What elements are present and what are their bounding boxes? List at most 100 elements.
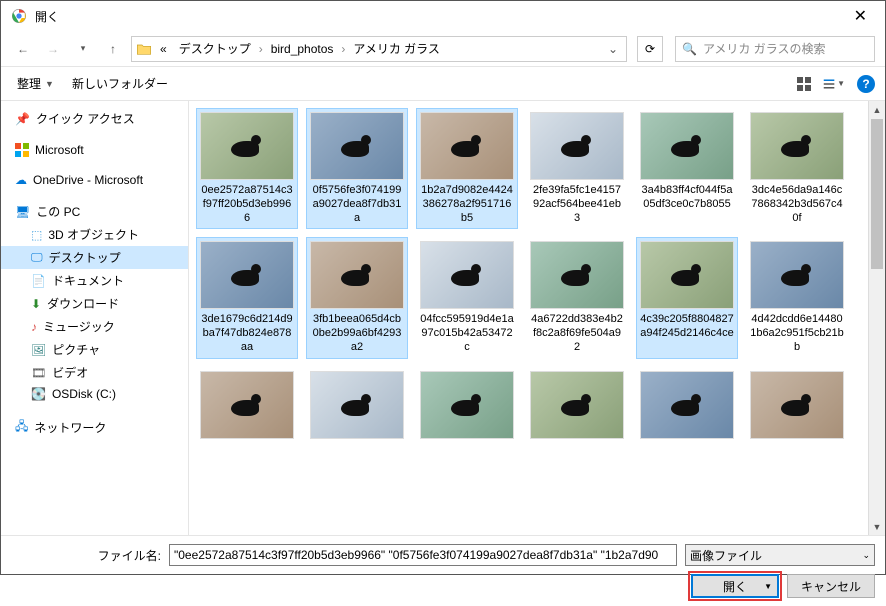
file-item[interactable]: 0f5756fe3f074199a9027dea8f7db31a [307, 109, 407, 228]
thumbnail [420, 241, 514, 309]
sidebar-osdisk[interactable]: 💽 OSDisk (C:) [1, 384, 188, 404]
file-item[interactable]: 3a4b83ff4cf044f5a05df3ce0c7b8055 [637, 109, 737, 228]
thumbnail [200, 371, 294, 439]
chevron-right-icon: › [341, 42, 345, 56]
scroll-thumb[interactable] [871, 119, 883, 269]
file-item[interactable]: 3dc4e56da9a146c7868342b3d567c40f [747, 109, 847, 228]
file-item[interactable]: 1b2a7d9082e4424386278a2f951716b5 [417, 109, 517, 228]
file-item[interactable] [747, 368, 847, 446]
breadcrumb-item[interactable]: bird_photos [267, 40, 338, 58]
document-icon: 📄 [31, 274, 46, 288]
scrollbar[interactable]: ▲ ▼ [868, 101, 885, 535]
thumbnail [640, 112, 734, 180]
titlebar: 開く ✕ [1, 1, 885, 31]
forward-button[interactable]: → [41, 37, 65, 61]
file-item[interactable] [637, 368, 737, 446]
thumbnail [310, 371, 404, 439]
thumbnail [200, 112, 294, 180]
breadcrumb-item[interactable]: アメリカ ガラス [349, 38, 444, 59]
scroll-up-arrow[interactable]: ▲ [869, 101, 885, 118]
file-item[interactable]: 4c39c205f8804827a94f245d2146c4ce [637, 238, 737, 357]
filename-input[interactable] [169, 544, 677, 566]
file-name: 04fcc595919d4e1a97c015b42a53472c [420, 313, 514, 354]
chevron-right-icon: › [259, 42, 263, 56]
sidebar-microsoft[interactable]: Microsoft [1, 140, 188, 160]
address-bar[interactable]: « デスクトップ › bird_photos › アメリカ ガラス ⌄ [131, 36, 627, 62]
video-icon: 🎞 [31, 366, 46, 380]
back-button[interactable]: ← [11, 37, 35, 61]
sidebar-3d-objects[interactable]: ⬚ 3D オブジェクト [1, 223, 188, 246]
help-button[interactable]: ? [857, 75, 875, 93]
disk-icon: 💽 [31, 387, 46, 401]
file-name: 3a4b83ff4cf044f5a05df3ce0c7b8055 [640, 184, 734, 212]
sidebar-network[interactable]: 🖧 ネットワーク [1, 414, 188, 441]
thumbnail [530, 371, 624, 439]
file-item[interactable]: 04fcc595919d4e1a97c015b42a53472c [417, 238, 517, 357]
close-button[interactable]: ✕ [846, 2, 875, 30]
up-button[interactable]: ↑ [101, 37, 125, 61]
file-name: 0ee2572a87514c3f97ff20b5d3eb9966 [200, 184, 294, 225]
cancel-button[interactable]: キャンセル [787, 574, 875, 598]
sidebar-documents[interactable]: 📄 ドキュメント [1, 269, 188, 292]
music-icon: ♪ [31, 320, 37, 334]
chevron-down-icon: ▼ [764, 582, 772, 591]
thumbnail [750, 112, 844, 180]
breadcrumb-item[interactable]: デスクトップ [175, 38, 255, 59]
footer: ファイル名: 画像ファイル ⌄ 開く ▼ キャンセル [1, 535, 885, 606]
file-name: 3fb1beea065d4cb0be2b99a6bf4293a2 [310, 313, 404, 354]
sidebar-this-pc[interactable]: 🖥 この PC [1, 200, 188, 223]
search-input[interactable]: 🔍 アメリカ ガラスの検索 [675, 36, 875, 62]
sidebar-videos[interactable]: 🎞 ビデオ [1, 361, 188, 384]
scroll-down-arrow[interactable]: ▼ [869, 518, 885, 535]
file-item[interactable] [307, 368, 407, 446]
file-item[interactable]: 4a6722dd383e4b2f8c2a8f69fe504a92 [527, 238, 627, 357]
open-button[interactable]: 開く ▼ [691, 574, 779, 598]
thumbnail [640, 241, 734, 309]
file-item[interactable]: 3fb1beea065d4cb0be2b99a6bf4293a2 [307, 238, 407, 357]
file-item[interactable] [197, 368, 297, 446]
new-folder-button[interactable]: 新しいフォルダー [66, 71, 174, 96]
file-item[interactable]: 2fe39fa5fc1e415792acf564bee41eb3 [527, 109, 627, 228]
refresh-button[interactable]: ⟳ [637, 36, 663, 62]
file-name: 4d42dcdd6e144801b6a2c951f5cb21bb [750, 313, 844, 354]
thumbnail [310, 241, 404, 309]
sidebar-desktop[interactable]: 🖵 デスクトップ [1, 246, 188, 269]
file-name: 3de1679c6d214d9ba7f47db824e878aa [200, 313, 294, 354]
thumbnail [310, 112, 404, 180]
file-name: 4a6722dd383e4b2f8c2a8f69fe504a92 [530, 313, 624, 354]
download-icon: ⬇ [31, 297, 41, 311]
file-item[interactable]: 0ee2572a87514c3f97ff20b5d3eb9966 [197, 109, 297, 228]
toolbar: 整理 ▼ 新しいフォルダー ▼ ? [1, 67, 885, 101]
organize-menu[interactable]: 整理 ▼ [11, 71, 60, 96]
thumbnail [200, 241, 294, 309]
sidebar-onedrive[interactable]: ☁ OneDrive - Microsoft [1, 170, 188, 190]
history-dropdown[interactable]: ▾ [71, 37, 95, 61]
filetype-select[interactable]: 画像ファイル ⌄ [685, 544, 875, 566]
cube-icon: ⬚ [31, 228, 42, 242]
address-dropdown[interactable]: ⌄ [604, 42, 622, 56]
file-item[interactable] [417, 368, 517, 446]
view-options-button[interactable]: ▼ [823, 73, 845, 95]
file-pane: 0ee2572a87514c3f97ff20b5d3eb9966 0f5756fe… [189, 101, 885, 535]
file-name: 2fe39fa5fc1e415792acf564bee41eb3 [530, 184, 624, 225]
window-title: 開く [35, 8, 846, 25]
open-label: 開く [723, 578, 747, 595]
new-folder-label: 新しいフォルダー [72, 75, 168, 92]
sidebar: 📌 クイック アクセス Microsoft ☁ OneDrive - Micro… [1, 101, 189, 535]
pc-icon: 🖥 [15, 205, 30, 219]
sidebar-quick-access[interactable]: 📌 クイック アクセス [1, 107, 188, 130]
file-item[interactable]: 3de1679c6d214d9ba7f47db824e878aa [197, 238, 297, 357]
thumbnail [420, 371, 514, 439]
file-item[interactable] [527, 368, 627, 446]
file-name: 3dc4e56da9a146c7868342b3d567c40f [750, 184, 844, 225]
cloud-icon: ☁ [15, 173, 27, 187]
file-item[interactable]: 4d42dcdd6e144801b6a2c951f5cb21bb [747, 238, 847, 357]
search-icon: 🔍 [682, 42, 697, 56]
folder-icon [136, 41, 152, 57]
sidebar-downloads[interactable]: ⬇ ダウンロード [1, 292, 188, 315]
view-large-icons-button[interactable] [793, 73, 815, 95]
sidebar-music[interactable]: ♪ ミュージック [1, 315, 188, 338]
picture-icon: 🖼 [31, 343, 46, 357]
network-icon: 🖧 [15, 417, 28, 438]
sidebar-pictures[interactable]: 🖼 ピクチャ [1, 338, 188, 361]
